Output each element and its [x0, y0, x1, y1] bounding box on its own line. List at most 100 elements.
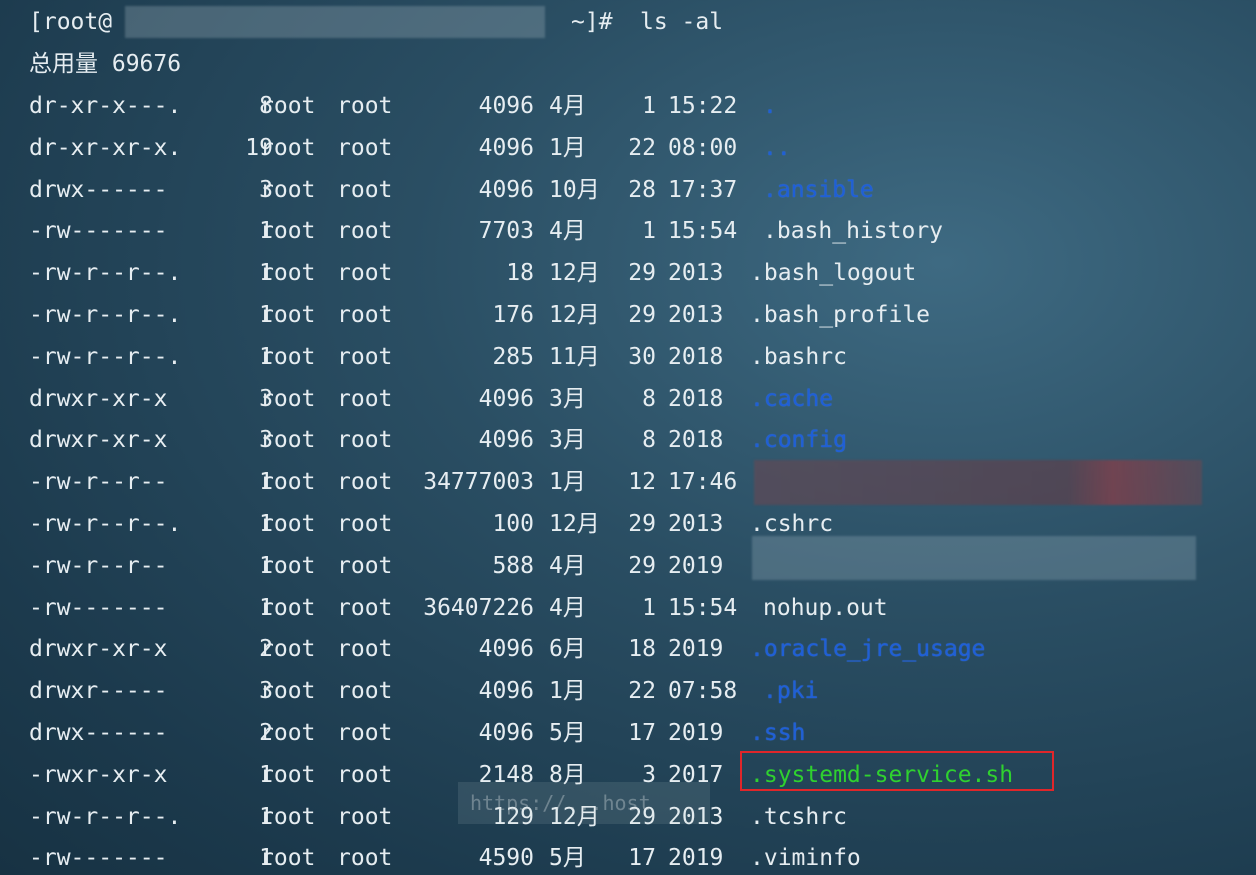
time-or-year: 07:58: [668, 678, 738, 705]
day: 30: [628, 343, 656, 370]
redacted-hostname: [125, 6, 545, 38]
owner: root: [260, 469, 316, 496]
time-or-year: 2019: [668, 720, 724, 746]
permissions: -rw-------: [29, 594, 168, 621]
day: 8: [642, 385, 656, 412]
group: root: [337, 720, 393, 746]
day: 17: [628, 720, 656, 746]
day: 22: [628, 678, 656, 705]
permissions: drwxr-xr-x: [29, 385, 168, 412]
file-size: 34777003: [423, 469, 534, 496]
month: 10月: [549, 176, 600, 203]
time-or-year: 08:00: [668, 134, 738, 161]
group: root: [337, 343, 393, 370]
group: root: [337, 803, 393, 830]
file-name: .ssh: [750, 720, 806, 746]
group: root: [337, 260, 393, 287]
time-or-year: 17:37: [668, 176, 738, 203]
redacted-filename: [754, 460, 1202, 505]
month: 4月: [549, 93, 586, 119]
permissions: drwx------: [29, 176, 168, 203]
month: 4月: [549, 552, 586, 579]
file-size: 285: [492, 343, 534, 370]
month: 1月: [549, 469, 586, 496]
group: root: [337, 427, 393, 454]
file-size: 4096: [478, 636, 534, 663]
month: 4月: [549, 218, 586, 245]
total-line: 总用量 69676: [29, 51, 182, 77]
file-name: nohup.out: [763, 594, 888, 621]
terminal-window[interactable]: [root@ ~]# ls -al 总用量 69676 dr-xr-x---. 8…: [0, 0, 1256, 875]
group: root: [337, 552, 393, 579]
prompt-user: [root@: [29, 9, 113, 35]
time-or-year: 2018: [668, 343, 724, 370]
file-name: .oracle_jre_usage: [750, 636, 986, 663]
file-size: 4096: [478, 134, 534, 161]
owner: root: [260, 845, 316, 872]
group: root: [337, 385, 393, 412]
month: 12月: [549, 260, 600, 287]
permissions: -rw-------: [29, 845, 168, 872]
permissions: drwxr-xr-x: [29, 636, 168, 663]
owner: root: [260, 93, 316, 119]
file-size: 4096: [478, 720, 534, 746]
redacted-filename: [752, 536, 1196, 580]
file-size: 588: [492, 552, 534, 579]
watermark: https://...host: [458, 782, 710, 824]
file-size: 4096: [478, 176, 534, 203]
group: root: [337, 469, 393, 496]
day: 1: [642, 93, 656, 119]
file-size: 4590: [478, 845, 534, 872]
group: root: [337, 134, 393, 161]
file-size: 36407226: [423, 594, 534, 621]
owner: root: [260, 678, 316, 705]
permissions: -rw-r--r--.: [29, 511, 182, 537]
group: root: [337, 761, 393, 788]
time-or-year: 2013: [668, 302, 724, 328]
file-name: ..: [763, 134, 791, 161]
file-size: 4096: [478, 678, 534, 705]
time-or-year: 2019: [668, 845, 724, 872]
day: 29: [628, 260, 656, 287]
time-or-year: 2013: [668, 260, 724, 287]
owner: root: [260, 511, 316, 537]
permissions: -rw-------: [29, 218, 168, 245]
file-name: .bash_logout: [750, 260, 917, 287]
permissions: drwxr-xr-x: [29, 427, 168, 454]
group: root: [337, 302, 393, 328]
file-name: .bash_profile: [750, 302, 931, 328]
permissions: drwx------: [29, 720, 168, 746]
owner: root: [260, 552, 316, 579]
owner: root: [260, 134, 316, 161]
owner: root: [260, 343, 316, 370]
month: 11月: [549, 343, 600, 370]
file-name: .config: [750, 427, 847, 454]
month: 4月: [549, 594, 586, 621]
file-name: .ansible: [763, 176, 874, 203]
file-size: 18: [506, 260, 534, 287]
time-or-year: 2018: [668, 427, 724, 454]
month: 3月: [549, 427, 586, 454]
file-size: 4096: [478, 385, 534, 412]
file-name: .pki: [763, 678, 819, 705]
day: 22: [628, 134, 656, 161]
group: root: [337, 176, 393, 203]
file-size: 4096: [478, 427, 534, 454]
file-size: 4096: [478, 93, 534, 119]
owner: root: [260, 761, 316, 788]
month: 12月: [549, 302, 600, 328]
month: 3月: [549, 385, 586, 412]
time-or-year: 15:54: [668, 218, 738, 245]
permissions: dr-xr-xr-x.: [29, 134, 182, 161]
owner: root: [260, 218, 316, 245]
file-name: .viminfo: [750, 845, 861, 872]
owner: root: [260, 260, 316, 287]
time-or-year: 2019: [668, 552, 724, 579]
day: 1: [642, 218, 656, 245]
owner: root: [260, 803, 316, 830]
day: 29: [628, 511, 656, 537]
day: 1: [642, 594, 656, 621]
file-name: .systemd-service.sh: [750, 761, 1014, 788]
group: root: [337, 845, 393, 872]
day: 8: [642, 427, 656, 454]
